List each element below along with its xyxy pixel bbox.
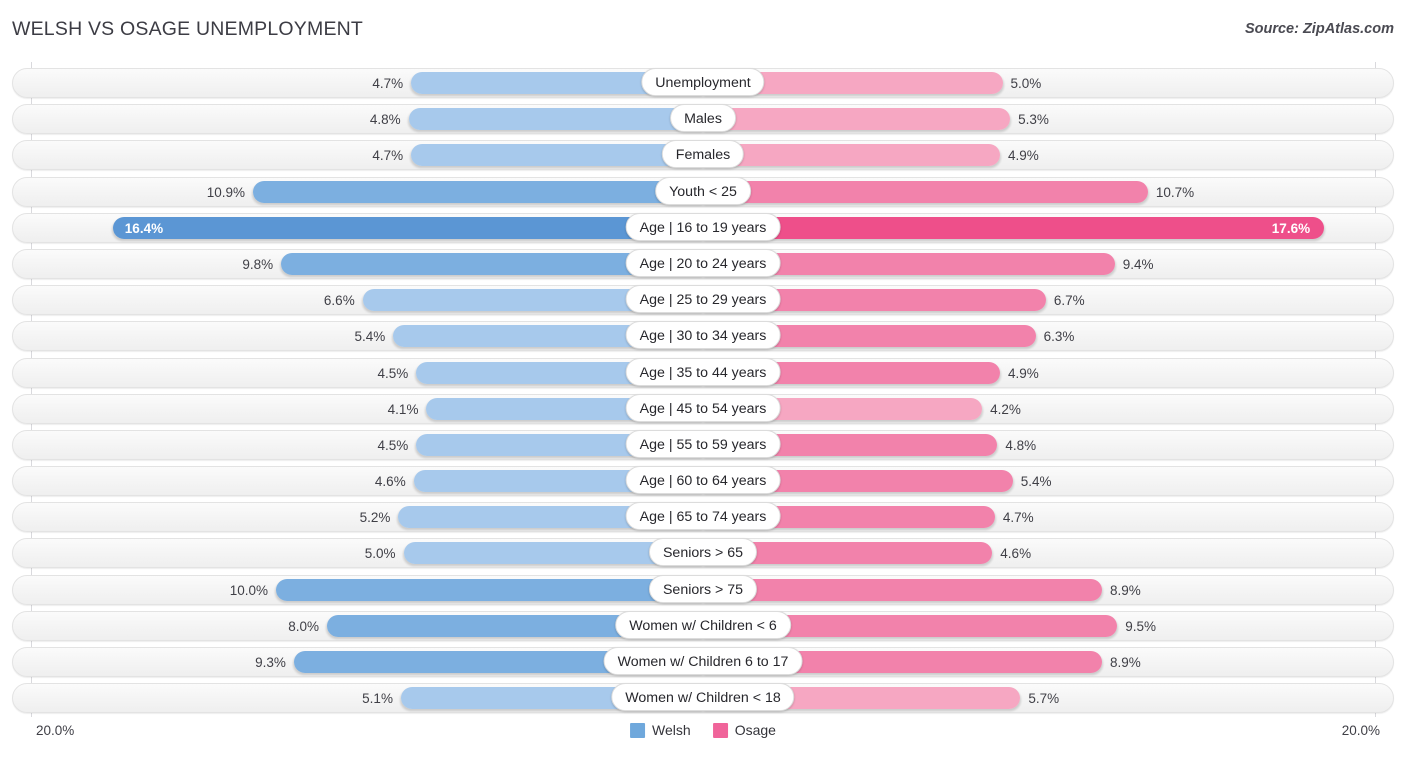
value-label-welsh: 10.0% — [229, 582, 268, 598]
value-label-osage: 8.9% — [1109, 582, 1141, 598]
chart-plot-area: 4.7% 5.0% Unemployment 4.8% 5.3% Males 4.7% 4.9… — [0, 62, 1406, 717]
value-label-welsh: 4.6% — [374, 474, 406, 490]
bar-row: 5.0% 4.6% Seniors > 65 — [0, 535, 1406, 571]
category-label-pill[interactable]: Age | 60 to 64 years — [625, 466, 781, 495]
category-label-pill[interactable]: Seniors > 65 — [648, 538, 758, 567]
value-label-osage: 4.9% — [1007, 148, 1039, 164]
bar-row: 4.7% 5.0% Unemployment — [0, 65, 1406, 101]
category-label-pill[interactable]: Females — [661, 140, 745, 169]
bar-row: 5.1% 5.7% Women w/ Children < 18 — [0, 680, 1406, 716]
value-label-welsh: 4.5% — [377, 437, 409, 453]
category-label-pill[interactable]: Seniors > 75 — [648, 574, 758, 603]
category-label-pill[interactable]: Age | 25 to 29 years — [625, 285, 781, 314]
bar-row: 10.9% 10.7% Youth < 25 — [0, 174, 1406, 210]
category-label-pill[interactable]: Women w/ Children < 6 — [615, 610, 791, 639]
category-label-pill[interactable]: Age | 20 to 24 years — [625, 248, 781, 277]
value-label-welsh: 9.8% — [242, 256, 274, 272]
value-label-osage: 4.9% — [1007, 365, 1039, 381]
value-label-welsh: 10.9% — [206, 184, 246, 200]
bar-row: 4.7% 4.9% Females — [0, 137, 1406, 173]
axis-min-label: 20.0% — [36, 723, 75, 738]
category-label-pill[interactable]: Women w/ Children 6 to 17 — [603, 647, 803, 675]
category-label-pill[interactable]: Age | 55 to 59 years — [625, 429, 781, 458]
value-label-osage: 5.3% — [1018, 112, 1049, 128]
bar-row: 6.6% 6.7% Age | 25 to 29 years — [0, 282, 1406, 318]
value-label-osage: 4.7% — [1002, 510, 1034, 526]
category-label-pill[interactable]: Age | 16 to 19 years — [625, 212, 781, 241]
bar-osage — [703, 108, 1011, 131]
category-label-pill[interactable]: Unemployment — [641, 68, 765, 96]
bar-row: 5.2% 4.7% Age | 65 to 74 years — [0, 499, 1406, 535]
bar-welsh — [408, 108, 703, 131]
legend-swatch-icon — [630, 722, 646, 738]
legend-swatch-icon — [712, 722, 728, 738]
bar-row: 16.4% 17.6% Age | 16 to 19 years — [0, 210, 1406, 246]
legend-label: Osage — [734, 722, 776, 738]
bar-row: 4.6% 5.4% Age | 60 to 64 years — [0, 463, 1406, 499]
value-label-welsh: 4.7% — [372, 76, 404, 91]
category-label-pill[interactable]: Women w/ Children < 18 — [611, 683, 795, 712]
bar-row: 10.0% 8.9% Seniors > 75 — [0, 572, 1406, 608]
category-label-pill[interactable]: Age | 30 to 34 years — [625, 321, 781, 350]
value-label-osage: 8.9% — [1109, 655, 1141, 670]
category-label-pill[interactable]: Age | 65 to 74 years — [625, 502, 781, 531]
value-label-welsh: 4.1% — [387, 401, 419, 417]
bar-row: 8.0% 9.5% Women w/ Children < 6 — [0, 608, 1406, 644]
category-label-pill[interactable]: Age | 35 to 44 years — [625, 357, 781, 386]
value-label-welsh: 5.1% — [362, 691, 393, 707]
bar-row-list: 4.7% 5.0% Unemployment 4.8% 5.3% Males 4.7% 4.9… — [0, 65, 1406, 716]
bar-welsh — [253, 180, 703, 203]
bar-welsh — [276, 578, 703, 601]
value-label-osage: 5.4% — [1020, 474, 1052, 490]
chart-legend: Welsh Osage — [630, 722, 776, 738]
axis-max-label: 20.0% — [1341, 723, 1380, 738]
value-label-welsh: 9.3% — [255, 655, 286, 670]
value-label-osage: 6.7% — [1053, 293, 1085, 309]
value-label-osage: 4.2% — [990, 401, 1021, 417]
page-title: WELSH VS OSAGE UNEMPLOYMENT — [12, 18, 364, 40]
value-label-welsh: 5.4% — [354, 329, 386, 345]
value-label-osage: 9.5% — [1125, 618, 1157, 634]
value-label-welsh: 4.8% — [369, 112, 401, 128]
value-label-osage: 5.0% — [1010, 76, 1042, 91]
category-label-pill[interactable]: Males — [670, 104, 736, 133]
value-label-osage: 5.7% — [1028, 691, 1060, 707]
category-label-pill[interactable]: Age | 45 to 54 years — [625, 393, 781, 422]
value-label-welsh: 6.6% — [323, 293, 355, 309]
legend-label: Welsh — [652, 722, 691, 738]
bar-osage — [703, 578, 1102, 601]
bar-row: 9.8% 9.4% Age | 20 to 24 years — [0, 246, 1406, 282]
bar-row: 4.5% 4.8% Age | 55 to 59 years — [0, 427, 1406, 463]
bar-row: 4.8% 5.3% Males — [0, 101, 1406, 137]
value-label-welsh: 4.5% — [377, 365, 409, 381]
value-label-welsh: 8.0% — [288, 618, 319, 634]
value-label-welsh: 16.4% — [124, 220, 164, 236]
bar-welsh — [112, 216, 703, 239]
bar-row: 4.1% 4.2% Age | 45 to 54 years — [0, 391, 1406, 427]
value-label-osage: 6.3% — [1043, 329, 1075, 345]
bar-row: 9.3% 8.9% Women w/ Children 6 to 17 — [0, 644, 1406, 680]
bar-osage — [703, 144, 1000, 167]
value-label-osage: 17.6% — [1271, 220, 1311, 236]
source-attribution: Source: ZipAtlas.com — [1244, 21, 1394, 37]
value-label-osage: 4.6% — [1000, 546, 1032, 562]
value-label-osage: 4.8% — [1005, 437, 1037, 453]
bar-welsh — [411, 144, 703, 167]
value-label-osage: 9.4% — [1122, 256, 1154, 272]
bar-osage — [703, 180, 1148, 203]
chart-footer: 20.0% 20.0% Welsh Osage — [0, 718, 1406, 748]
value-label-welsh: 5.0% — [364, 546, 396, 562]
legend-item[interactable]: Osage — [712, 722, 776, 738]
value-label-osage: 10.7% — [1155, 184, 1195, 200]
legend-item[interactable]: Welsh — [630, 722, 691, 738]
bar-osage — [703, 216, 1324, 239]
bar-row: 5.4% 6.3% Age | 30 to 34 years — [0, 318, 1406, 354]
value-label-welsh: 5.2% — [359, 510, 391, 526]
bar-row: 4.5% 4.9% Age | 35 to 44 years — [0, 355, 1406, 391]
value-label-welsh: 4.7% — [372, 148, 404, 164]
category-label-pill[interactable]: Youth < 25 — [655, 176, 751, 205]
